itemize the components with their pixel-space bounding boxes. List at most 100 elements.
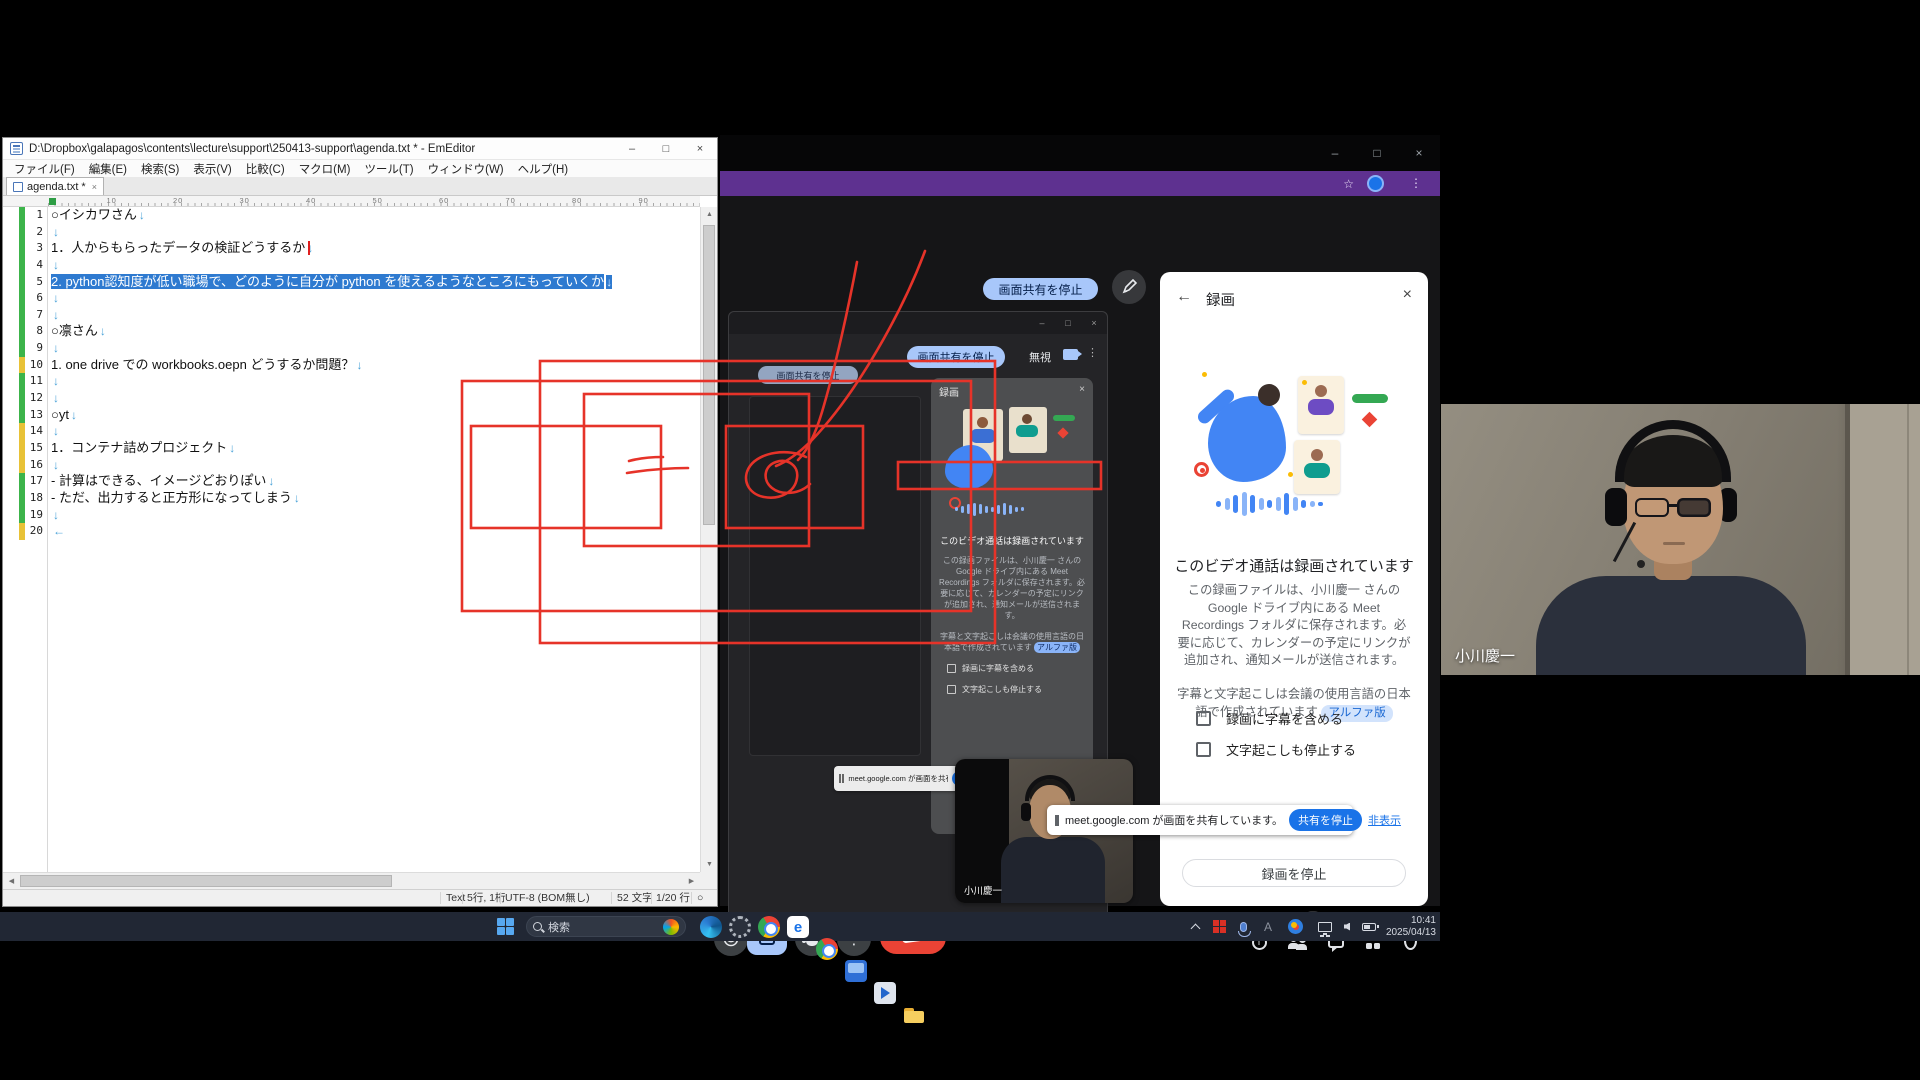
menu-item[interactable]: ツール(T) [357, 161, 420, 177]
tab-close-icon[interactable]: × [92, 182, 97, 192]
scroll-right-arrow[interactable]: ▶ [683, 873, 700, 890]
scroll-left-arrow[interactable]: ◀ [3, 873, 20, 890]
taskbar-clock[interactable]: 10:41 2025/04/13 [1376, 915, 1436, 938]
hide-share-bar-link[interactable]: 非表示 [1368, 812, 1401, 828]
back-arrow-icon[interactable]: ← [1176, 288, 1192, 306]
editor-line[interactable]: 2. python認知度が低い職場で、どのように自分が python を使えるよ… [49, 274, 700, 291]
ruler-number: 20 [173, 196, 183, 205]
include-captions-checkbox[interactable] [1196, 711, 1211, 726]
editor-line[interactable]: ↓ [49, 340, 700, 357]
editor-line[interactable]: ↓ [49, 224, 700, 241]
editor-line[interactable]: ↓ [49, 290, 700, 307]
menu-item[interactable]: ウィンドウ(W) [421, 161, 511, 177]
editor-line[interactable]: ↓ [49, 507, 700, 524]
taskbar-search-box[interactable]: 検索 [526, 916, 686, 937]
editor-line[interactable]: ← [49, 523, 700, 540]
editor-line[interactable]: - 計算はできる、イメージどおりぽい↓ [49, 473, 700, 490]
taskbar-app-chrome-2[interactable] [816, 938, 838, 960]
vertical-scroll-thumb[interactable] [703, 225, 715, 525]
menu-item[interactable]: 比較(C) [239, 161, 292, 177]
stop-sharing-button[interactable]: 共有を停止 [1289, 809, 1362, 831]
editor-line[interactable]: ○凛さん↓ [49, 323, 700, 340]
bookmark-star-icon[interactable]: ☆ [1343, 177, 1354, 191]
emeditor-titlebar[interactable]: D:\Dropbox\galapagos\contents\lecture\su… [3, 138, 717, 160]
editor-line[interactable]: ○イシカワさん↓ [49, 207, 700, 224]
tab-agenda-txt[interactable]: agenda.txt * × [6, 177, 104, 195]
chrome-close-button[interactable]: × [1398, 135, 1440, 171]
horizontal-scrollbar[interactable]: ◀ ▶ [3, 872, 700, 889]
tray-weather-app[interactable] [1288, 912, 1303, 941]
editor-line[interactable]: - ただ、出力すると正方形になってしまう↓ [49, 490, 700, 507]
annotation-pen-button[interactable] [1112, 270, 1146, 304]
taskbar-app-chrome[interactable] [758, 916, 780, 938]
stop-recording-button[interactable]: 録画を停止 [1182, 859, 1406, 887]
scroll-up-arrow[interactable]: ▲ [701, 207, 718, 222]
menu-item[interactable]: 編集(E) [82, 161, 134, 177]
recording-heading: このビデオ通話は録画されています [1160, 555, 1428, 576]
participant-video[interactable]: 小川慶一 [1441, 404, 1920, 675]
illustration-record-ring [1194, 462, 1209, 477]
editor-line[interactable]: ↓ [49, 423, 700, 440]
menu-item[interactable]: 表示(V) [186, 161, 238, 177]
editor-line[interactable]: 1．コンテナ詰めプロジェクト↓ [49, 440, 700, 457]
taskbar-app-explorer[interactable] [903, 1004, 925, 1026]
chrome-maximize-button[interactable]: □ [1356, 135, 1398, 171]
tray-microphone[interactable] [1240, 912, 1247, 941]
headphone-band [1615, 420, 1731, 482]
person-body [1536, 576, 1806, 675]
taskbar-app-display[interactable] [845, 960, 867, 982]
editor-line[interactable]: ○yt↓ [49, 407, 700, 424]
stop-transcript-row[interactable]: 文字起こしも停止する [1196, 740, 1356, 759]
chrome-menu-icon[interactable]: ⋮ [1410, 176, 1422, 190]
editor-line[interactable]: 1. one drive での workbooks.oepn どうするか問題？↓ [49, 357, 700, 374]
editor-line[interactable]: 1．人からもらったデータの検証どうするか↓ [49, 240, 700, 257]
emeditor-minimize-button[interactable]: – [615, 138, 649, 159]
emeditor-close-button[interactable]: × [683, 138, 717, 159]
tray-volume[interactable] [1344, 912, 1350, 941]
vertical-scrollbar[interactable]: ▲ ▼ [700, 207, 717, 872]
profile-avatar[interactable] [1367, 175, 1384, 192]
ruler-number: 50 [373, 196, 383, 205]
menu-item[interactable]: マクロ(M) [292, 161, 358, 177]
stop-transcript-checkbox[interactable] [1196, 742, 1211, 757]
editor-line[interactable]: ↓ [49, 390, 700, 407]
nested-close-icon: × [1081, 318, 1107, 328]
em-textarea[interactable]: ○イシカワさん↓↓1．人からもらったデータの検証どうするか↓↓2. python… [49, 207, 700, 872]
editor-area[interactable]: 1234567891011121314151617181920 ○イシカワさん↓… [3, 207, 700, 872]
search-doodle-icon[interactable] [663, 919, 679, 935]
taskbar-app-edge[interactable] [700, 916, 722, 938]
microphone-icon [1240, 922, 1247, 932]
taskbar-app-settings[interactable] [729, 916, 751, 938]
recording-illustration [1194, 370, 1394, 530]
eol-mark-icon: ↓ [53, 225, 59, 239]
tray-display-icon[interactable] [1318, 912, 1332, 941]
taskbar-app-media[interactable] [874, 982, 896, 1004]
nested-titlebar: – □ × [729, 312, 1107, 334]
editor-line[interactable]: ↓ [49, 457, 700, 474]
editor-line[interactable]: ↓ [49, 373, 700, 390]
taskbar-app-browser-e[interactable]: e [787, 916, 809, 938]
stop-presenting-button[interactable]: 画面共有を停止 [983, 278, 1098, 300]
menu-item[interactable]: 検索(S) [134, 161, 186, 177]
tray-ime-indicator[interactable]: A [1264, 912, 1272, 941]
scroll-down-arrow[interactable]: ▼ [701, 857, 718, 872]
line-number: 3 [21, 240, 43, 257]
editor-line[interactable]: ↓ [49, 307, 700, 324]
recording-body-text: この録画ファイルは、小川慶一 さんの Google ドライブ内にある Meet … [1176, 582, 1412, 670]
eol-mark-icon: ↓ [356, 358, 362, 372]
editor-line[interactable]: ↓ [49, 257, 700, 274]
include-captions-row[interactable]: 録画に字幕を含める [1196, 709, 1343, 728]
search-label: 検索 [548, 919, 570, 935]
menu-item[interactable]: ヘルプ(H) [511, 161, 575, 177]
tray-battery[interactable] [1362, 912, 1376, 941]
recording-panel-close-icon[interactable]: × [1403, 286, 1412, 304]
tray-app-grid[interactable] [1213, 912, 1227, 941]
horizontal-scroll-thumb[interactable] [20, 875, 392, 887]
illustration-card [1294, 440, 1340, 494]
chrome-minimize-button[interactable]: – [1314, 135, 1356, 171]
menu-item[interactable]: ファイル(F) [7, 161, 82, 177]
tray-show-hidden-icons[interactable] [1191, 912, 1201, 941]
start-button[interactable] [497, 918, 514, 935]
gutter-row: 14 [3, 423, 47, 440]
emeditor-maximize-button[interactable]: □ [649, 138, 683, 159]
